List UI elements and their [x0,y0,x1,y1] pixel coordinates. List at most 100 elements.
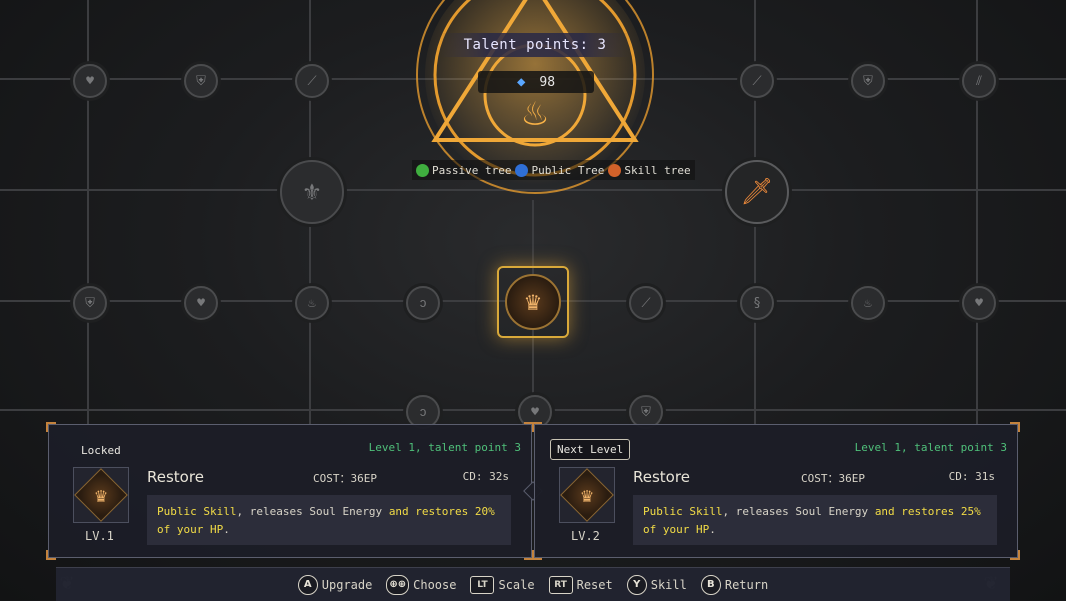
heart-icon: ♥ [975,295,983,311]
gauntlet-icon: ⚜ [304,177,320,207]
hint-choose[interactable]: ⊕⊕ Choose [386,574,457,595]
skill-name: Restore [633,468,690,486]
node-shield[interactable]: ⛨ [184,64,218,98]
skill-cost: COST：36EP [801,472,865,485]
hint-label: Choose [413,577,457,592]
sword-icon: ⟋ [307,73,317,89]
desc-highlight: Public Skill [157,505,237,518]
flame-crown-icon: ♛ [94,483,108,507]
b-button-icon: B [700,574,721,595]
hint-label: Scale [498,577,535,592]
control-hints-bar: A Upgrade ⊕⊕ Choose LT Scale RT Reset Y … [56,567,1010,601]
flaming-sword-icon: 🗡 [740,177,774,207]
skill-cooldown: CD: 31s [948,470,995,483]
level-info: Level 1, talent point 3 [368,441,521,454]
node-cup[interactable]: ♨ [295,286,329,320]
hint-skill[interactable]: Y Skill [626,574,687,595]
node-heart[interactable]: ♥ [962,286,996,320]
hint-reset[interactable]: RT Reset [548,575,613,594]
currency-display: ◆ 98 [478,71,594,93]
skill-cooldown: CD: 32s [462,470,509,483]
a-button-icon: A [297,574,318,595]
skill-cost: COST：36EP [313,472,377,485]
dpad-icon: ⊕⊕ [386,574,410,595]
node-sword[interactable]: ⟋ [295,64,329,98]
skill-level: LV.1 [85,529,114,543]
wing-icon: § [753,295,761,311]
cup-icon: ♨ [864,295,872,311]
desc-text: , releases Soul Energy [722,505,875,518]
desc-text: . [223,523,230,536]
shield-icon: ⛨ [863,73,873,89]
flame-crown-icon: ♛ [525,287,541,317]
panel-corner [46,422,56,432]
legend-label: Passive tree [432,163,512,177]
heart-icon: ♥ [197,295,205,311]
blue-orb-icon [515,163,529,177]
claw-icon: ⫽ [976,73,982,89]
rt-button-icon: RT [548,575,573,594]
desc-text: . [709,523,716,536]
desc-highlight: Public Skill [643,505,723,518]
shield-icon: ⛨ [196,73,206,89]
next-level-panel: Next Level Level 1, talent point 3 ♛ LV.… [532,422,1020,560]
level-info: Level 1, talent point 3 [854,441,1007,454]
skill-name: Restore [147,468,204,486]
claw-icon: ↄ [419,295,427,311]
flame-crown-icon: ♛ [580,483,594,507]
node-sword[interactable]: ⟋ [629,286,663,320]
next-level-tag: Next Level [550,439,631,460]
tree-legend: Passive tree Public Tree Skill tree [412,160,695,180]
hint-upgrade[interactable]: A Upgrade [297,574,373,595]
panel-corner [1010,422,1020,432]
legend-public-tree[interactable]: Public Tree [515,163,605,177]
hint-return[interactable]: B Return [700,574,769,595]
green-orb-icon [416,163,429,177]
hint-scale[interactable]: LT Scale [470,575,535,594]
legend-skill-tree[interactable]: Skill tree [608,163,691,177]
y-button-icon: Y [626,574,647,595]
talent-points-banner: Talent points: 3 [440,33,630,57]
skill-icon-frame: ♛ [73,467,129,523]
svg-text:♨: ♨ [523,89,547,135]
blue-crystal-icon: ◆ [516,74,526,90]
node-heart[interactable]: ♥ [73,64,107,98]
hint-label: Reset [576,577,613,592]
panel-corner [532,550,542,560]
panel-corner [46,550,56,560]
legend-passive-tree[interactable]: Passive tree [416,163,512,177]
node-cup[interactable]: ♨ [851,286,885,320]
claw-icon: ↄ [419,404,427,420]
node-sword[interactable]: ⟋ [740,64,774,98]
orange-orb-icon [608,163,622,177]
hint-label: Skill [650,577,687,592]
legend-label: Skill tree [624,163,691,177]
node-shield[interactable]: ⛨ [851,64,885,98]
hint-label: Return [724,577,769,592]
legend-label: Public Tree [531,163,605,177]
node-claw[interactable]: ↄ [406,286,440,320]
desc-text: , releases Soul Energy [236,505,389,518]
node-wing[interactable]: § [740,286,774,320]
sword-icon: ⟋ [752,73,762,89]
node-heart[interactable]: ♥ [184,286,218,320]
heart-icon: ♥ [86,73,94,89]
skill-description: Public Skill, releases Soul Energy and r… [633,495,997,545]
node-shield[interactable]: ⛨ [73,286,107,320]
node-gauntlet-major[interactable]: ⚜ [280,160,344,224]
cup-icon: ♨ [308,295,316,311]
selected-node-restore[interactable]: ♛ [497,266,569,338]
skill-description: Public Skill, releases Soul Energy and r… [147,495,511,545]
panel-corner [1010,550,1020,560]
node-sword-major[interactable]: 🗡 [725,160,789,224]
state-label: Locked [81,444,121,457]
shield-icon: ⛨ [85,295,95,311]
heart-icon: ♥ [531,404,539,420]
hint-label: Upgrade [321,577,373,592]
sword-icon: ⟋ [641,295,651,311]
panel-corner [532,422,542,432]
shield-icon: ⛨ [641,404,651,420]
skill-icon-frame: ♛ [559,467,615,523]
lt-button-icon: LT [470,575,495,594]
node-claw[interactable]: ⫽ [962,64,996,98]
